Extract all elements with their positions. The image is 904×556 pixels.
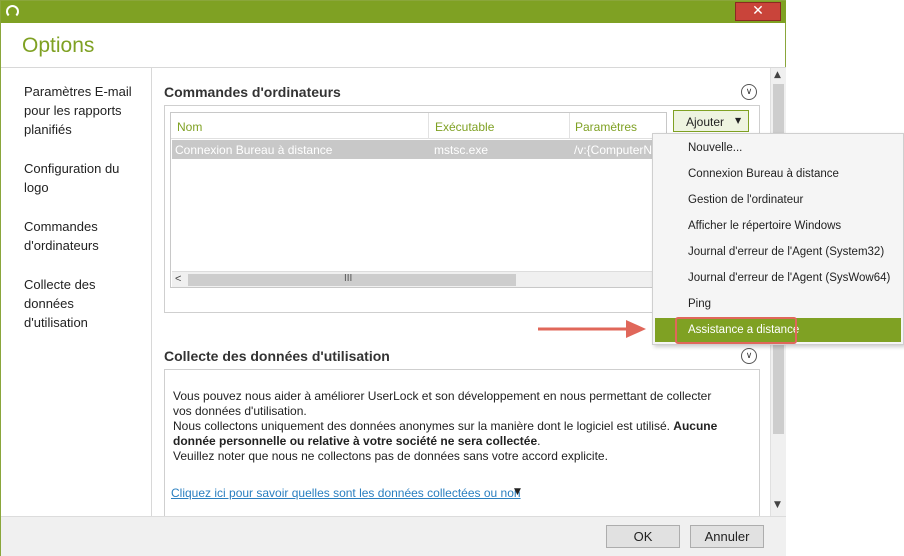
- header: Options: [1, 23, 786, 68]
- menu-item-agent-log-syswow64[interactable]: Journal d'erreur de l'Agent (SysWow64): [655, 266, 901, 290]
- column-header-name[interactable]: Nom: [177, 120, 202, 134]
- scrollbar-thumb[interactable]: III: [188, 273, 516, 286]
- usage-paragraph: Nous collectons uniquement des données a…: [173, 419, 733, 449]
- cell-exe: mstsc.exe: [434, 143, 489, 157]
- menu-item-ping[interactable]: Ping: [655, 292, 901, 316]
- chevron-up-icon[interactable]: ▲: [774, 70, 781, 80]
- usage-info-link[interactable]: Cliquez ici pour savoir quelles sont les…: [171, 486, 521, 500]
- sidebar-item-label: données: [24, 296, 74, 311]
- column-separator[interactable]: [428, 113, 429, 139]
- usage-section-title: Collecte des données d'utilisation: [164, 348, 390, 364]
- sidebar-item-label: Configuration du: [24, 161, 120, 176]
- sidebar-item-email-reports[interactable]: Paramètres E-mail pour les rapports plan…: [24, 82, 144, 139]
- sidebar-item-computer-commands[interactable]: Commandes d'ordinateurs: [24, 217, 144, 255]
- column-header-params[interactable]: Paramètres: [575, 120, 637, 134]
- menu-item-windows-directory[interactable]: Afficher le répertoire Windows: [655, 214, 901, 238]
- usage-text: .: [537, 434, 541, 448]
- cell-params: /v:{ComputerName}: [574, 143, 664, 157]
- usage-text: Nous collectons uniquement des données a…: [173, 419, 674, 433]
- cell-name: Connexion Bureau à distance: [175, 143, 333, 157]
- sidebar-item-label: Collecte des: [24, 277, 96, 292]
- sidebar: Paramètres E-mail pour les rapports plan…: [1, 68, 152, 516]
- menu-item-new[interactable]: Nouvelle...: [655, 136, 901, 160]
- sidebar-item-label: planifiés: [24, 122, 72, 137]
- cancel-button[interactable]: Annuler: [690, 525, 764, 548]
- add-button[interactable]: Ajouter ▼: [673, 110, 749, 132]
- chevron-down-icon[interactable]: ∨: [741, 84, 757, 100]
- sidebar-item-logo-config[interactable]: Configuration du logo: [24, 159, 144, 197]
- chevron-left-icon[interactable]: <: [175, 273, 181, 285]
- callout-highlight-box: [675, 317, 797, 344]
- sidebar-item-label: Commandes: [24, 219, 98, 234]
- sidebar-item-label: Paramètres E-mail: [24, 84, 132, 99]
- sidebar-item-label: pour les rapports: [24, 103, 122, 118]
- menu-item-agent-log-system32[interactable]: Journal d'erreur de l'Agent (System32): [655, 240, 901, 264]
- usage-paragraph: Vous pouvez nous aider à améliorer UserL…: [173, 389, 712, 418]
- chevron-down-icon[interactable]: ∨: [741, 348, 757, 364]
- commands-section-title: Commandes d'ordinateurs: [164, 84, 341, 100]
- scrollbar-grip: III: [344, 273, 353, 284]
- usage-description: Vous pouvez nous aider à améliorer UserL…: [173, 389, 733, 464]
- title-bar: ✕: [1, 1, 786, 23]
- menu-item-computer-management[interactable]: Gestion de l'ordinateur: [655, 188, 901, 212]
- caret-down-icon[interactable]: ▼: [514, 487, 521, 497]
- sidebar-item-label: d'ordinateurs: [24, 238, 99, 253]
- sidebar-item-label: d'utilisation: [24, 315, 88, 330]
- column-separator[interactable]: [569, 113, 570, 139]
- userlock-ring-icon: [6, 5, 19, 18]
- commands-grid: Nom Exécutable Paramètres Connexion Bure…: [170, 112, 667, 288]
- caret-down-icon: ▼: [735, 116, 742, 125]
- add-dropdown-menu: Nouvelle... Connexion Bureau à distance …: [652, 133, 904, 345]
- page-title: Options: [22, 34, 95, 57]
- footer: OK Annuler: [1, 516, 786, 556]
- chevron-down-icon[interactable]: ▼: [774, 500, 781, 510]
- menu-item-remote-desktop[interactable]: Connexion Bureau à distance: [655, 162, 901, 186]
- ok-button[interactable]: OK: [606, 525, 680, 548]
- usage-paragraph: Veuillez noter que nous ne collectons pa…: [173, 449, 608, 463]
- table-row[interactable]: Connexion Bureau à distance mstsc.exe /v…: [172, 140, 666, 159]
- horizontal-scrollbar[interactable]: < III: [172, 271, 666, 287]
- close-button[interactable]: ✕: [735, 2, 781, 21]
- grid-header: Nom Exécutable Paramètres: [171, 113, 666, 139]
- add-button-label: Ajouter: [686, 115, 725, 129]
- sidebar-item-label: logo: [24, 180, 49, 195]
- callout-arrow-icon: [538, 320, 646, 338]
- sidebar-item-usage-collection[interactable]: Collecte des données d'utilisation: [24, 275, 144, 332]
- column-header-exe[interactable]: Exécutable: [435, 120, 494, 134]
